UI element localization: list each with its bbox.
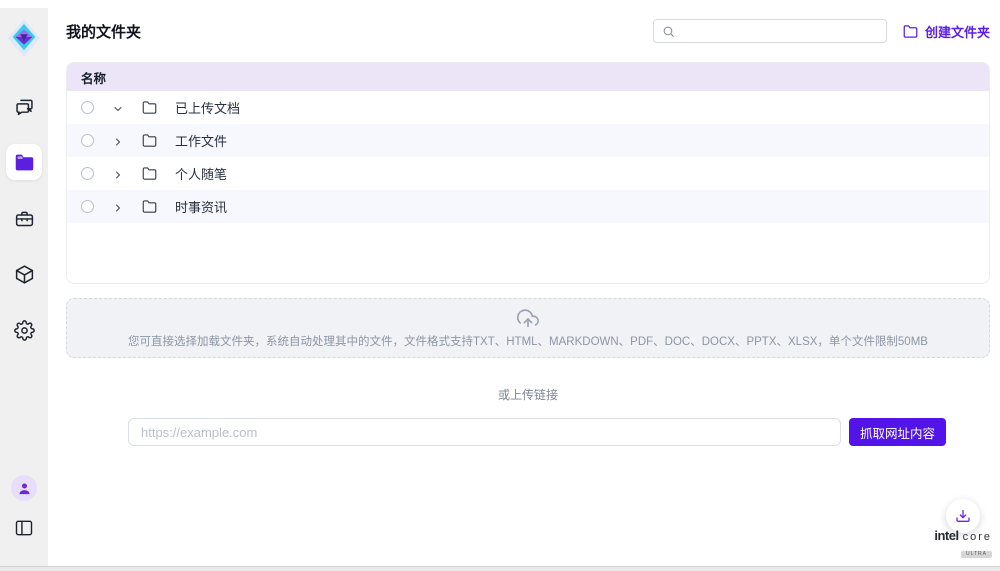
row-checkbox[interactable] (81, 134, 94, 147)
cloud-upload-icon (517, 308, 539, 330)
search-icon (662, 25, 675, 38)
row-checkbox[interactable] (81, 200, 94, 213)
sidebar-nav (6, 88, 42, 348)
download-icon (955, 508, 971, 524)
folder-icon (142, 199, 157, 214)
fetch-url-button[interactable]: 抓取网址内容 (849, 418, 946, 446)
intel-ultra-badge: ultra (961, 551, 992, 558)
sidebar-bottom (6, 475, 42, 546)
row-checkbox[interactable] (81, 101, 94, 114)
table-row[interactable]: 时事资讯 (67, 190, 989, 223)
page-title: 我的文件夹 (66, 21, 141, 42)
intel-core-logo: intel core ultra (934, 529, 992, 559)
search-input[interactable] (681, 24, 878, 38)
url-upload-row: 抓取网址内容 (128, 418, 990, 446)
upload-hint-text: 您可直接选择加载文件夹，系统自动处理其中的文件，文件格式支持TXT、HTML、M… (128, 333, 928, 349)
folder-icon (142, 100, 157, 115)
upload-dropzone[interactable]: 您可直接选择加载文件夹，系统自动处理其中的文件，文件格式支持TXT、HTML、M… (66, 298, 990, 358)
create-folder-icon (903, 24, 918, 39)
column-header-name: 名称 (81, 68, 106, 87)
table-row[interactable]: 个人随笔 (67, 157, 989, 190)
folder-name: 已上传文档 (175, 98, 240, 117)
chevron-icon[interactable] (112, 135, 124, 147)
panel-toggle-icon (14, 518, 34, 538)
create-folder-label: 创建文件夹 (925, 22, 990, 41)
folder-name: 时事资讯 (175, 197, 227, 216)
folder-icon (142, 166, 157, 181)
sidebar-item-folders[interactable] (6, 144, 42, 180)
table-row[interactable]: 工作文件 (67, 124, 989, 157)
sidebar-item-models[interactable] (6, 256, 42, 292)
upload-link-divider-label: 或上传链接 (66, 386, 990, 403)
url-input[interactable] (128, 418, 841, 446)
chevron-icon[interactable] (112, 168, 124, 180)
cube-icon (14, 264, 35, 285)
intel-wordmark: intel (934, 529, 958, 542)
folder-icon (14, 152, 35, 173)
folder-icon (142, 133, 157, 148)
sidebar-item-chat[interactable] (6, 88, 42, 124)
user-avatar[interactable] (11, 475, 37, 501)
create-folder-button[interactable]: 创建文件夹 (903, 22, 990, 41)
topbar: 我的文件夹 创建文件夹 (66, 8, 990, 54)
folder-table: 名称 已上传文档 工作文件 (66, 62, 990, 284)
sidebar-item-settings[interactable] (6, 312, 42, 348)
search-box[interactable] (653, 19, 887, 43)
gear-icon (14, 320, 35, 341)
chat-icon (14, 96, 35, 117)
table-row[interactable]: 已上传文档 (67, 91, 989, 124)
app-logo-gem-icon (5, 16, 43, 60)
chevron-icon[interactable] (112, 102, 124, 114)
collapse-sidebar-button[interactable] (6, 510, 42, 546)
chevron-icon[interactable] (112, 201, 124, 213)
table-header-row: 名称 (67, 63, 989, 91)
table-body: 已上传文档 工作文件 个人随笔 (67, 91, 989, 223)
sidebar-item-workspace[interactable] (6, 200, 42, 236)
folder-name: 个人随笔 (175, 164, 227, 183)
sidebar (0, 8, 48, 566)
core-wordmark: core (963, 532, 992, 543)
folder-name: 工作文件 (175, 131, 227, 150)
row-checkbox[interactable] (81, 167, 94, 180)
briefcase-icon (14, 208, 35, 229)
window-bottom-edge (0, 566, 1000, 571)
user-icon (17, 481, 32, 496)
main-content: 我的文件夹 创建文件夹 名称 已上传文档 (48, 8, 1000, 571)
